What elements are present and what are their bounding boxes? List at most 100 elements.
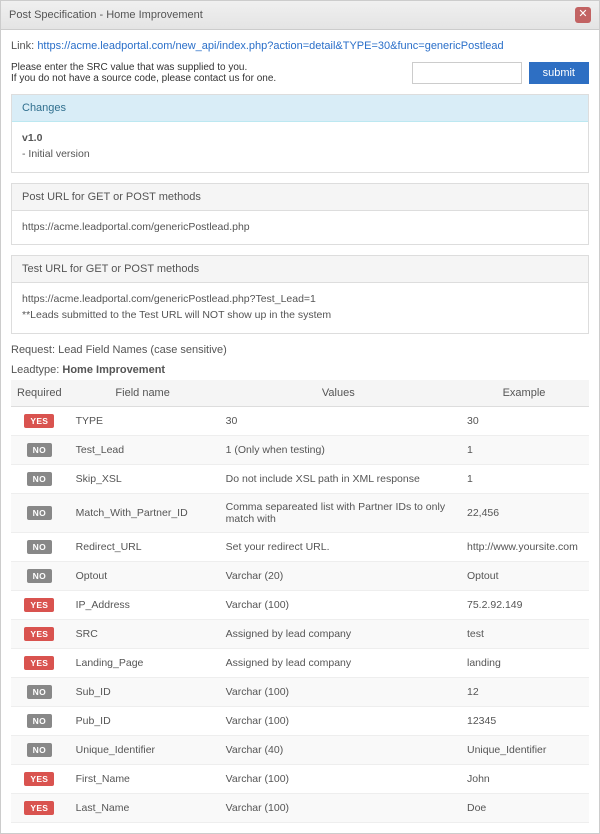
leadtype-row: Leadtype: Home Improvement	[11, 364, 589, 376]
required-badge: NO	[27, 685, 52, 699]
field-example: Optout	[459, 561, 589, 590]
dialog-content: Link: https://acme.leadportal.com/new_ap…	[1, 30, 599, 833]
changes-note: - Initial version	[22, 147, 578, 163]
field-name: TYPE	[68, 406, 218, 435]
changes-body: v1.0 - Initial version	[12, 122, 588, 172]
table-row: NO Redirect_URLSet your redirect URL.http…	[11, 532, 589, 561]
test-url-line2: **Leads submitted to the Test URL will N…	[22, 308, 578, 324]
leadtype-value: Home Improvement	[62, 364, 165, 376]
changes-version: v1.0	[22, 132, 42, 144]
required-badge: NO	[27, 540, 52, 554]
field-values: Varchar (20)	[218, 561, 459, 590]
field-values: Set your redirect URL.	[218, 532, 459, 561]
required-badge: NO	[27, 506, 52, 520]
table-row: NOSkip_XSLDo not include XSL path in XML…	[11, 464, 589, 493]
field-name: Last_Name	[68, 793, 218, 822]
dialog-title: Post Specification - Home Improvement	[9, 9, 203, 21]
field-name: Skip_XSL	[68, 464, 218, 493]
table-row: NO Unique_IdentifierVarchar (40)Unique_Id…	[11, 735, 589, 764]
field-example: John	[459, 764, 589, 793]
post-url-body: https://acme.leadportal.com/genericPostl…	[12, 211, 588, 245]
required-badge: YES	[24, 656, 54, 670]
field-values: Varchar (40)	[218, 735, 459, 764]
leadtype-label: Leadtype:	[11, 364, 59, 376]
required-badge: NO	[27, 743, 52, 757]
field-example: 12345	[459, 706, 589, 735]
table-row: YESLanding_PageAssigned by lead companyl…	[11, 648, 589, 677]
table-row: YES IP_AddressVarchar (100)75.2.92.149	[11, 590, 589, 619]
table-row: NO Match_With_Partner_IDComma separeated …	[11, 493, 589, 532]
field-name: Test_Lead	[68, 435, 218, 464]
submit-button[interactable]: submit	[529, 62, 589, 84]
field-example: 1	[459, 435, 589, 464]
test-url-line1: https://acme.leadportal.com/genericPostl…	[22, 292, 578, 308]
field-example: 75.2.92.149	[459, 590, 589, 619]
src-line2: If you do not have a source code, please…	[11, 73, 276, 84]
th-required: Required	[11, 380, 68, 407]
field-example: Doe	[459, 793, 589, 822]
field-example: 30	[459, 406, 589, 435]
field-values: Comma separeated list with Partner IDs t…	[218, 493, 459, 532]
field-values: Varchar (100)	[218, 677, 459, 706]
api-link[interactable]: https://acme.leadportal.com/new_api/inde…	[37, 40, 503, 52]
table-row: YESTYPE3030	[11, 406, 589, 435]
dialog-header: Post Specification - Home Improvement ✕	[1, 1, 599, 30]
field-values: Varchar (100)	[218, 706, 459, 735]
src-input[interactable]	[412, 62, 522, 84]
field-values: Varchar (100)	[218, 590, 459, 619]
th-field: Field name	[68, 380, 218, 407]
field-name: Pub_ID	[68, 706, 218, 735]
changes-panel: Changes v1.0 - Initial version	[11, 94, 589, 173]
field-values: Varchar (100)	[218, 793, 459, 822]
dialog: Post Specification - Home Improvement ✕ …	[0, 0, 600, 834]
link-row: Link: https://acme.leadportal.com/new_ap…	[11, 40, 589, 52]
required-badge: YES	[24, 801, 54, 815]
table-row: NO Test_Lead1 (Only when testing)1	[11, 435, 589, 464]
table-row: NO Pub_IDVarchar (100)12345	[11, 706, 589, 735]
field-values: Varchar (100)	[218, 764, 459, 793]
required-badge: NO	[27, 714, 52, 728]
required-badge: YES	[24, 627, 54, 641]
field-example: Unique_Identifier	[459, 735, 589, 764]
link-label: Link:	[11, 40, 34, 52]
post-url-head: Post URL for GET or POST methods	[12, 184, 588, 211]
src-row: Please enter the SRC value that was supp…	[11, 62, 589, 84]
test-url-panel: Test URL for GET or POST methods https:/…	[11, 255, 589, 334]
field-name: Optout	[68, 561, 218, 590]
src-text: Please enter the SRC value that was supp…	[11, 62, 276, 84]
field-name: Sub_ID	[68, 677, 218, 706]
field-example: http://www.yoursite.com	[459, 532, 589, 561]
th-example: Example	[459, 380, 589, 407]
required-badge: YES	[24, 772, 54, 786]
field-name: IP_Address	[68, 590, 218, 619]
changes-head: Changes	[12, 95, 588, 122]
table-row: YESSRCAssigned by lead companytest	[11, 619, 589, 648]
required-badge: YES	[24, 598, 54, 612]
field-values: 1 (Only when testing)	[218, 435, 459, 464]
field-name: Redirect_URL	[68, 532, 218, 561]
close-icon[interactable]: ✕	[575, 7, 591, 23]
required-badge: NO	[27, 443, 52, 457]
required-badge: NO	[27, 472, 52, 486]
post-url-panel: Post URL for GET or POST methods https:/…	[11, 183, 589, 246]
field-example: 22,456	[459, 493, 589, 532]
field-name: First_Name	[68, 764, 218, 793]
field-name: Unique_Identifier	[68, 735, 218, 764]
test-url-body: https://acme.leadportal.com/genericPostl…	[12, 283, 588, 333]
field-example: landing	[459, 648, 589, 677]
field-example: test	[459, 619, 589, 648]
fields-table: Required Field name Values Example YES TY…	[11, 380, 589, 823]
field-example: 1	[459, 464, 589, 493]
src-line1: Please enter the SRC value that was supp…	[11, 62, 276, 73]
th-values: Values	[218, 380, 459, 407]
field-name: Landing_Page	[68, 648, 218, 677]
table-row: YES First_NameVarchar (100)John	[11, 764, 589, 793]
table-row: NOOptoutVarchar (20)Optout	[11, 561, 589, 590]
required-badge: YES	[24, 414, 54, 428]
table-row: YES Last_NameVarchar (100)Doe	[11, 793, 589, 822]
field-name: Match_With_Partner_ID	[68, 493, 218, 532]
src-form: submit	[412, 62, 589, 84]
table-row: NOSub_IDVarchar (100)12	[11, 677, 589, 706]
field-values: 30	[218, 406, 459, 435]
field-values: Assigned by lead company	[218, 619, 459, 648]
